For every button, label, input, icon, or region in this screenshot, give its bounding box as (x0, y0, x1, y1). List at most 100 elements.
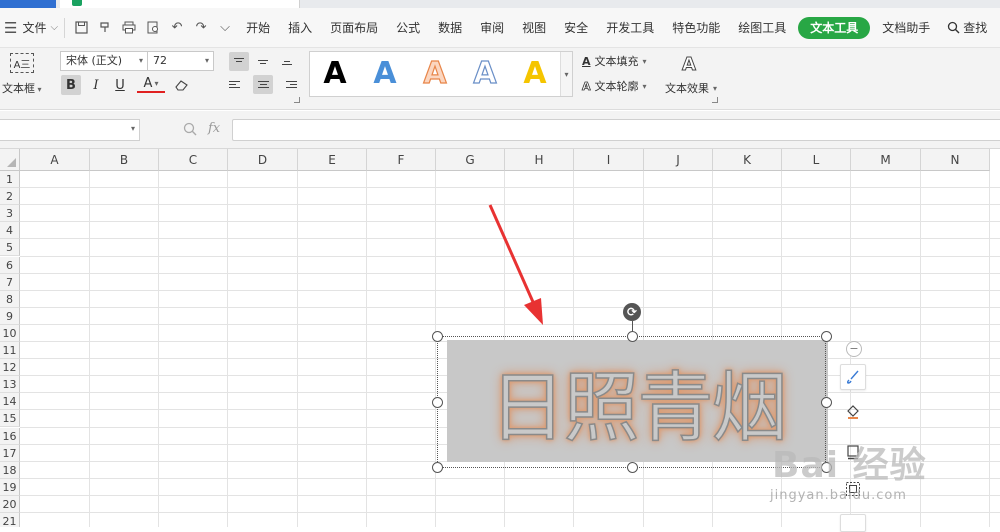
tab-developer[interactable]: 开发工具 (597, 17, 663, 39)
italic-button[interactable]: I (86, 75, 106, 95)
more-icon[interactable]: ⌵ (215, 18, 235, 38)
tab-document-assistant[interactable]: 文档助手 (873, 17, 939, 39)
tab-home[interactable]: 开始 (237, 17, 279, 39)
fill-bucket-icon[interactable] (840, 399, 866, 425)
print-preview-icon[interactable] (143, 18, 163, 38)
column-header-j[interactable]: J (644, 149, 713, 171)
align-right-button[interactable] (277, 75, 297, 94)
text-fill-button[interactable]: A 文本填充 ▾ (582, 53, 647, 69)
row-header-8[interactable]: 8 (0, 290, 20, 308)
tab-security[interactable]: 安全 (555, 17, 597, 39)
home-tab[interactable] (0, 0, 56, 8)
gallery-more-button[interactable]: ▾ (560, 52, 572, 96)
row-header-18[interactable]: 18 (0, 461, 20, 479)
font-size-select[interactable]: 72 ▾ (148, 51, 214, 71)
resize-handle-top[interactable] (627, 331, 638, 342)
row-header-19[interactable]: 19 (0, 478, 20, 496)
textbox-icon[interactable]: A三 (10, 53, 34, 73)
column-header-e[interactable]: E (298, 149, 367, 171)
file-menu[interactable]: ☰ 文件 ⌵ (0, 8, 58, 47)
resize-handle-bottom[interactable] (627, 462, 638, 473)
document-tab[interactable] (60, 0, 300, 8)
tab-page-layout[interactable]: 页面布局 (321, 17, 387, 39)
row-header-21[interactable]: 21 (0, 513, 20, 527)
align-middle-button[interactable] (253, 52, 273, 71)
row-header-4[interactable]: 4 (0, 222, 20, 240)
column-header-l[interactable]: L (782, 149, 851, 171)
row-header-12[interactable]: 12 (0, 359, 20, 377)
row-header-17[interactable]: 17 (0, 444, 20, 462)
resize-handle-left[interactable] (432, 397, 443, 408)
column-header-b[interactable]: B (90, 149, 159, 171)
row-header-2[interactable]: 2 (0, 188, 20, 206)
tab-special-features[interactable]: 特色功能 (663, 17, 729, 39)
text-effect-button[interactable]: 文本效果 ▾ (665, 80, 717, 96)
row-header-5[interactable]: 5 (0, 239, 20, 257)
column-header-i[interactable]: I (574, 149, 644, 171)
align-top-button[interactable] (229, 52, 249, 71)
tab-drawing-tools[interactable]: 绘图工具 (729, 17, 795, 39)
column-header-c[interactable]: C (159, 149, 228, 171)
text-style-blue[interactable]: A (370, 59, 400, 89)
insert-function-button[interactable]: fx (208, 121, 220, 136)
row-header-6[interactable]: 6 (0, 256, 20, 274)
eraser-icon[interactable] (172, 75, 192, 95)
select-all-corner[interactable] (0, 149, 20, 171)
align-bottom-button[interactable] (277, 52, 297, 71)
name-box[interactable]: ▾ (0, 119, 140, 141)
underline-button[interactable]: U (110, 75, 130, 95)
tab-view[interactable]: 视图 (513, 17, 555, 39)
row-header-10[interactable]: 10 (0, 324, 20, 342)
text-outline-button[interactable]: A 文本轮廓 ▾ (582, 78, 647, 94)
row-header-20[interactable]: 20 (0, 495, 20, 513)
brush-icon[interactable] (840, 364, 866, 390)
tab-text-tools[interactable]: 文本工具 (798, 16, 871, 39)
row-header-16[interactable]: 16 (0, 427, 20, 445)
column-header-d[interactable]: D (228, 149, 298, 171)
tab-review[interactable]: 审阅 (471, 17, 513, 39)
font-color-button[interactable]: A ▾ (137, 75, 165, 93)
column-header-f[interactable]: F (367, 149, 436, 171)
bold-button[interactable]: B (61, 75, 81, 95)
tab-formulas[interactable]: 公式 (387, 17, 429, 39)
column-header-a[interactable]: A (20, 149, 90, 171)
row-header-7[interactable]: 7 (0, 273, 20, 291)
column-header-m[interactable]: M (851, 149, 921, 171)
group-launcher-icon[interactable] (294, 97, 300, 103)
resize-handle-bottom-left[interactable] (432, 462, 443, 473)
align-center-button[interactable] (253, 75, 273, 94)
formula-input[interactable] (232, 119, 1000, 141)
text-style-orange-outline[interactable]: A (420, 58, 450, 89)
column-header-g[interactable]: G (436, 149, 505, 171)
tab-data[interactable]: 数据 (429, 17, 471, 39)
resize-handle-top-right[interactable] (821, 331, 832, 342)
text-style-black[interactable]: A (320, 59, 350, 89)
row-header-9[interactable]: 9 (0, 307, 20, 325)
resize-handle-top-left[interactable] (432, 331, 443, 342)
row-header-11[interactable]: 11 (0, 342, 20, 359)
format-painter-icon[interactable] (95, 18, 115, 38)
text-style-white-outline[interactable]: A (470, 58, 500, 89)
column-header-h[interactable]: H (505, 149, 574, 171)
undo-icon[interactable]: ↶ (167, 18, 187, 38)
group-launcher-icon[interactable] (712, 97, 718, 103)
tab-insert[interactable]: 插入 (279, 17, 321, 39)
textbox-button[interactable]: 文本框 ▾ (2, 80, 42, 96)
resize-handle-right[interactable] (821, 397, 832, 408)
rotate-icon[interactable]: ⟳ (623, 303, 641, 321)
column-header-n[interactable]: N (921, 149, 990, 171)
align-left-button[interactable] (229, 75, 249, 94)
search-button[interactable]: 查找 (947, 19, 987, 36)
row-header-1[interactable]: 1 (0, 171, 20, 188)
zoom-icon[interactable] (183, 122, 197, 139)
row-header-15[interactable]: 15 (0, 410, 20, 428)
row-header-3[interactable]: 3 (0, 205, 20, 223)
row-header-13[interactable]: 13 (0, 376, 20, 394)
row-header-14[interactable]: 14 (0, 393, 20, 411)
column-header-k[interactable]: K (713, 149, 782, 171)
save-icon[interactable] (71, 18, 91, 38)
print-icon[interactable] (119, 18, 139, 38)
collapse-icon[interactable]: − (846, 341, 862, 357)
text-style-gold[interactable]: A (520, 59, 550, 89)
font-name-select[interactable]: 宋体 (正文) ▾ (60, 51, 148, 71)
